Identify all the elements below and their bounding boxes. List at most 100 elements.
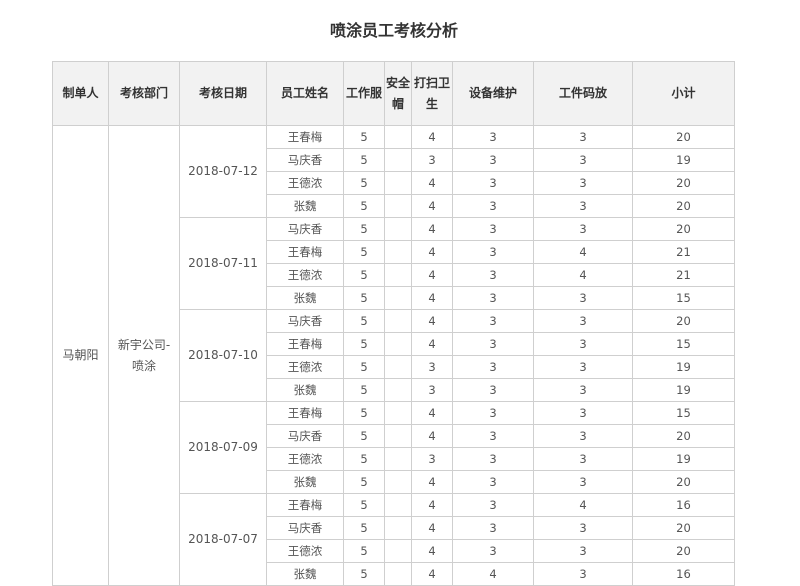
cleaning-score-cell: 3 (411, 148, 453, 172)
maintenance-score-cell: 3 (452, 194, 534, 218)
employee-name-cell: 马庆香 (266, 516, 344, 540)
cleaning-score-cell: 4 (411, 263, 453, 287)
stacking-score-cell: 3 (533, 378, 633, 402)
helmet-score-cell (384, 562, 412, 586)
employee-name-cell: 马庆香 (266, 148, 344, 172)
cleaning-score-cell: 4 (411, 332, 453, 356)
subtotal-cell: 15 (632, 286, 735, 310)
maintenance-score-cell: 3 (452, 516, 534, 540)
header-row: 制单人 考核部门 考核日期 员工姓名 工作服 安全帽 打扫卫生 设备维护 工件码… (52, 61, 735, 126)
employee-name-cell: 马庆香 (266, 424, 344, 448)
stacking-score-cell: 3 (533, 171, 633, 195)
uniform-score-cell: 5 (343, 493, 385, 517)
stacking-score-cell: 4 (533, 263, 633, 287)
helmet-score-cell (384, 539, 412, 563)
cleaning-score-cell: 4 (411, 309, 453, 333)
report-title: 喷涂员工考核分析 (329, 21, 458, 40)
cleaning-score-cell: 4 (411, 539, 453, 563)
uniform-score-cell: 5 (343, 516, 385, 540)
cleaning-score-cell: 4 (411, 171, 453, 195)
stacking-score-cell: 3 (533, 470, 633, 494)
subtotal-cell: 20 (632, 217, 735, 241)
maintenance-score-cell: 3 (452, 263, 534, 287)
uniform-score-cell: 5 (343, 424, 385, 448)
cleaning-score-cell: 4 (411, 240, 453, 264)
stacking-score-cell: 3 (533, 286, 633, 310)
subtotal-cell: 20 (632, 539, 735, 563)
uniform-score-cell: 5 (343, 309, 385, 333)
employee-name-cell: 王春梅 (266, 240, 344, 264)
uniform-score-cell: 5 (343, 240, 385, 264)
stacking-score-cell: 3 (533, 562, 633, 586)
helmet-score-cell (384, 263, 412, 287)
maintenance-score-cell: 3 (452, 447, 534, 471)
column-header-stacking: 工件码放 (533, 61, 633, 126)
stacking-score-cell: 3 (533, 424, 633, 448)
subtotal-cell: 16 (632, 493, 735, 517)
cleaning-score-cell: 4 (411, 470, 453, 494)
maintenance-score-cell: 3 (452, 125, 534, 149)
helmet-score-cell (384, 309, 412, 333)
maintenance-score-cell: 3 (452, 401, 534, 425)
uniform-score-cell: 5 (343, 332, 385, 356)
subtotal-cell: 20 (632, 194, 735, 218)
uniform-score-cell: 5 (343, 539, 385, 563)
column-header-date: 考核日期 (179, 61, 267, 126)
employee-name-cell: 王德浓 (266, 263, 344, 287)
subtotal-cell: 19 (632, 378, 735, 402)
helmet-score-cell (384, 493, 412, 517)
table-body: 马朝阳 新宇公司-喷涂 2018-07-12 王春梅 5 4 3 3 20 马庆香 5 3 3 3 19 王德… (52, 125, 735, 586)
employee-name-cell: 王春梅 (266, 493, 344, 517)
employee-name-cell: 张魏 (266, 378, 344, 402)
subtotal-cell: 20 (632, 309, 735, 333)
subtotal-cell: 19 (632, 447, 735, 471)
cleaning-score-cell: 4 (411, 424, 453, 448)
cleaning-score-cell: 4 (411, 401, 453, 425)
stacking-score-cell: 3 (533, 447, 633, 471)
column-header-employee-name: 员工姓名 (266, 61, 344, 126)
maintenance-score-cell: 3 (452, 355, 534, 379)
helmet-score-cell (384, 470, 412, 494)
maintenance-score-cell: 3 (452, 378, 534, 402)
stacking-score-cell: 4 (533, 240, 633, 264)
subtotal-cell: 21 (632, 240, 735, 264)
maintenance-score-cell: 3 (452, 424, 534, 448)
helmet-score-cell (384, 332, 412, 356)
employee-name-cell: 张魏 (266, 194, 344, 218)
column-header-subtotal: 小计 (632, 61, 735, 126)
helmet-score-cell (384, 516, 412, 540)
subtotal-cell: 19 (632, 355, 735, 379)
employee-name-cell: 马庆香 (266, 309, 344, 333)
cleaning-score-cell: 3 (411, 378, 453, 402)
subtotal-cell: 20 (632, 470, 735, 494)
column-header-uniform: 工作服 (343, 61, 385, 126)
employee-name-cell: 王德浓 (266, 171, 344, 195)
stacking-score-cell: 3 (533, 355, 633, 379)
helmet-score-cell (384, 286, 412, 310)
stacking-score-cell: 3 (533, 539, 633, 563)
uniform-score-cell: 5 (343, 217, 385, 241)
uniform-score-cell: 5 (343, 286, 385, 310)
assessment-date-cell: 2018-07-12 (179, 125, 267, 218)
stacking-score-cell: 3 (533, 332, 633, 356)
subtotal-cell: 20 (632, 516, 735, 540)
helmet-score-cell (384, 378, 412, 402)
maintenance-score-cell: 3 (452, 493, 534, 517)
helmet-score-cell (384, 217, 412, 241)
helmet-score-cell (384, 447, 412, 471)
helmet-score-cell (384, 148, 412, 172)
cleaning-score-cell: 4 (411, 286, 453, 310)
maintenance-score-cell: 3 (452, 539, 534, 563)
maintenance-score-cell: 4 (452, 562, 534, 586)
cleaning-score-cell: 4 (411, 217, 453, 241)
subtotal-cell: 20 (632, 171, 735, 195)
employee-name-cell: 张魏 (266, 562, 344, 586)
employee-name-cell: 王德浓 (266, 539, 344, 563)
uniform-score-cell: 5 (343, 355, 385, 379)
column-header-preparer: 制单人 (52, 61, 109, 126)
maintenance-score-cell: 3 (452, 217, 534, 241)
uniform-score-cell: 5 (343, 562, 385, 586)
uniform-score-cell: 5 (343, 263, 385, 287)
stacking-score-cell: 3 (533, 148, 633, 172)
uniform-score-cell: 5 (343, 470, 385, 494)
